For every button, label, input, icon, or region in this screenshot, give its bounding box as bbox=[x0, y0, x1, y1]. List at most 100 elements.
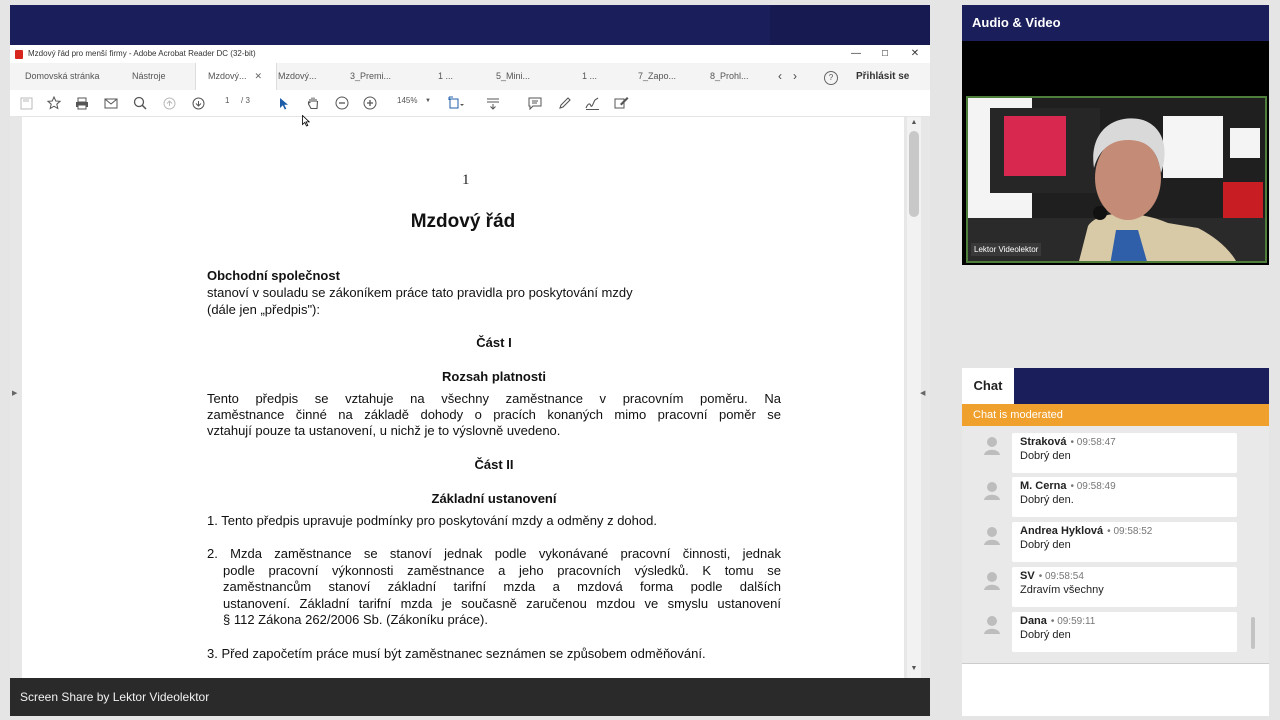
chat-message: Andrea Hyklová • 09:58:52 Dobrý den bbox=[1012, 522, 1237, 562]
tab-home[interactable]: Domovská stránka bbox=[25, 63, 100, 90]
fit-page-icon[interactable] bbox=[446, 94, 466, 112]
zoom-in-icon[interactable] bbox=[360, 94, 380, 112]
help-icon[interactable]: ? bbox=[824, 71, 838, 85]
message-time: • 09:58:52 bbox=[1107, 526, 1153, 537]
tab-chat[interactable]: Chat bbox=[962, 368, 1014, 404]
tab-next-icon[interactable]: › bbox=[793, 63, 797, 90]
user-avatar-icon bbox=[984, 527, 1000, 545]
message-time: • 09:58:47 bbox=[1070, 437, 1116, 448]
screen-share-label: Screen Share by Lektor Videolektor bbox=[10, 678, 930, 716]
tab-tools[interactable]: Nástroje bbox=[132, 63, 166, 90]
scroll-mode-icon[interactable] bbox=[483, 94, 503, 112]
prev-page-icon[interactable] bbox=[159, 94, 179, 112]
tab-prev-icon[interactable]: ‹ bbox=[778, 63, 782, 90]
intro-line: stanoví v souladu se zákoníkem práce tat… bbox=[207, 285, 633, 300]
tab-document[interactable]: Mzdový... bbox=[278, 63, 317, 90]
chat-message-list[interactable]: Straková • 09:58:47 Dobrý den M. Cerna • 0… bbox=[962, 426, 1269, 663]
maximize-button[interactable]: ☐ bbox=[875, 46, 895, 62]
document-viewport[interactable]: 1 Mzdový řád Obchodní společnost stanoví… bbox=[10, 117, 930, 678]
sign-in-link[interactable]: Přihlásit se bbox=[856, 63, 909, 90]
star-icon[interactable] bbox=[44, 94, 64, 112]
chat-scrollbar-thumb[interactable] bbox=[1251, 617, 1255, 649]
paragraph-line: § 112 Zákona 262/2006 Sb. (Zákoníku prác… bbox=[223, 612, 488, 627]
print-icon[interactable] bbox=[72, 94, 92, 112]
scroll-down-icon[interactable]: ▼ bbox=[907, 665, 921, 672]
zoom-out-icon[interactable] bbox=[332, 94, 352, 112]
chat-moderated-banner: Chat is moderated bbox=[962, 404, 1269, 426]
zoom-level-select[interactable]: 145% bbox=[397, 96, 417, 105]
message-text: Dobrý den bbox=[1020, 450, 1071, 462]
chat-message: Straková • 09:58:47 Dobrý den bbox=[1012, 433, 1237, 473]
paragraph-line: Tento předpis se vztahuje na všechny zam… bbox=[207, 391, 781, 406]
participant-video[interactable]: Lektor Videolektor bbox=[966, 96, 1267, 263]
tab-document[interactable]: 1 ... bbox=[582, 63, 597, 90]
email-icon[interactable] bbox=[101, 94, 121, 112]
tab-close-icon[interactable]: ✕ bbox=[255, 71, 263, 81]
document-title: Mzdový řád bbox=[410, 211, 516, 232]
message-time: • 09:59:11 bbox=[1050, 616, 1096, 627]
window-title-bar: Mzdový řád pro menší firmy - Adobe Acrob… bbox=[10, 45, 930, 63]
section-heading: Základní ustanovení bbox=[431, 491, 557, 506]
video-frame-illustration bbox=[968, 98, 1265, 261]
message-author: Dana bbox=[1020, 615, 1047, 627]
section-heading: Rozsah platnosti bbox=[441, 369, 546, 384]
highlight-icon[interactable] bbox=[554, 94, 574, 112]
tab-document[interactable]: 7_Zapo... bbox=[638, 63, 676, 90]
message-author: M. Cerna bbox=[1020, 480, 1067, 492]
chat-message: SV • 09:58:54 Zdravím všechny bbox=[1012, 567, 1237, 607]
part-heading: Část II bbox=[474, 457, 514, 472]
message-text: Zdravím všechny bbox=[1020, 584, 1104, 596]
close-window-button[interactable]: ✕ bbox=[905, 46, 925, 62]
comment-icon[interactable] bbox=[525, 94, 545, 112]
minimize-button[interactable]: — bbox=[846, 46, 866, 62]
mouse-cursor-icon bbox=[302, 115, 310, 127]
list-item: 2. Mzda zaměstnance se stanoví jednak po… bbox=[207, 546, 781, 561]
acrobat-toolbar: 1 / 3 145% ▼ bbox=[10, 90, 930, 117]
user-avatar-icon bbox=[984, 482, 1000, 500]
paragraph-line: zaměstnancům stanoví základní tarifní mz… bbox=[223, 579, 781, 594]
next-page-icon[interactable] bbox=[188, 94, 208, 112]
tab-document[interactable]: 5_Mini... bbox=[496, 63, 530, 90]
scrollbar-thumb[interactable] bbox=[909, 131, 919, 217]
save-icon[interactable] bbox=[16, 94, 36, 112]
message-text: Dobrý den bbox=[1020, 539, 1071, 551]
message-text: Dobrý den bbox=[1020, 629, 1071, 641]
audio-video-header: Audio & Video bbox=[962, 5, 1269, 41]
tab-document[interactable]: 1 ... bbox=[438, 63, 453, 90]
scroll-up-icon[interactable]: ▲ bbox=[907, 119, 921, 126]
zoom-dropdown-chevron-icon[interactable]: ▼ bbox=[425, 98, 431, 104]
chat-message: Dana • 09:59:11 Dobrý den bbox=[1012, 612, 1237, 652]
message-author: Andrea Hyklová bbox=[1020, 525, 1104, 537]
paragraph-line: zaměstnance činné na základě dohody o pr… bbox=[207, 407, 781, 422]
more-tools-icon[interactable] bbox=[611, 94, 631, 112]
hand-icon[interactable] bbox=[303, 94, 323, 112]
select-cursor-icon[interactable] bbox=[274, 94, 294, 112]
user-avatar-icon bbox=[984, 437, 1000, 455]
tab-document[interactable]: 8_Prohl... bbox=[710, 63, 749, 90]
left-panel-toggle-icon[interactable]: ▶ bbox=[12, 389, 17, 397]
tab-label: Mzdový... bbox=[208, 71, 247, 81]
list-item: 3. Před započetím práce musí být zaměstn… bbox=[207, 646, 706, 661]
user-avatar-icon bbox=[984, 616, 1000, 634]
user-avatar-icon bbox=[984, 572, 1000, 590]
chat-input-area[interactable] bbox=[962, 663, 1269, 716]
page-number-input[interactable]: 1 bbox=[225, 96, 229, 105]
sign-icon[interactable] bbox=[582, 94, 602, 112]
message-time: • 09:58:49 bbox=[1070, 481, 1116, 492]
window-title: Mzdový řád pro menší firmy - Adobe Acrob… bbox=[28, 49, 256, 58]
part-heading: Část I bbox=[476, 335, 512, 350]
pdf-page: 1 Mzdový řád Obchodní společnost stanoví… bbox=[22, 117, 904, 678]
company-name: Obchodní společnost bbox=[207, 268, 340, 283]
list-item: 1. Tento předpis upravuje podmínky pro p… bbox=[207, 513, 657, 528]
paragraph-line: vztahují pouze ta ustanovení, u nichž je… bbox=[207, 423, 561, 438]
message-time: • 09:58:54 bbox=[1038, 571, 1084, 582]
message-author: SV bbox=[1020, 570, 1035, 582]
right-panel-toggle-icon[interactable]: ◀ bbox=[920, 389, 925, 397]
vertical-scrollbar[interactable]: ▲ ▼ bbox=[907, 117, 921, 678]
page-number-text: 1 bbox=[462, 172, 470, 188]
tab-document[interactable]: 3_Premi... bbox=[350, 63, 391, 90]
paragraph-line: podle pracovní výkonnosti zaměstnance a … bbox=[223, 563, 781, 578]
tab-document-active[interactable]: Mzdový... ✕ bbox=[195, 63, 277, 90]
acrobat-tab-bar: Domovská stránka Nástroje Mzdový... ✕ Mzd… bbox=[10, 63, 930, 90]
zoom-search-icon[interactable] bbox=[130, 94, 150, 112]
